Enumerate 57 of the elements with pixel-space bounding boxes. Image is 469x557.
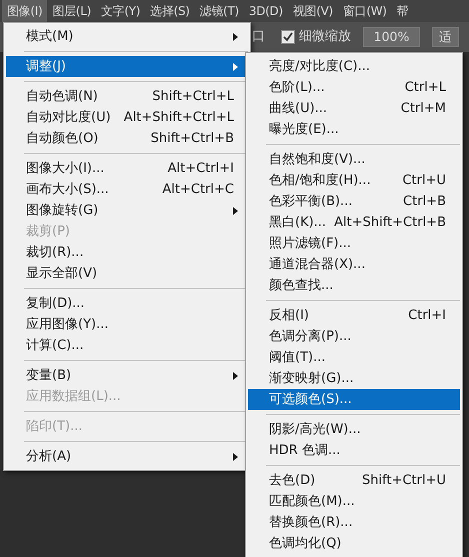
menu-item[interactable]: 曝光度(E)... (248, 119, 460, 140)
menu-item[interactable]: 色彩平衡(B)... Ctrl+B (248, 191, 460, 212)
menu-item[interactable]: 照片滤镜(F)... (248, 233, 460, 254)
menu-item[interactable]: 色调分离(P)... (248, 326, 460, 347)
menu-item[interactable]: 显示全部(V) (6, 263, 248, 284)
menu-item[interactable]: 色调均化(Q) (248, 533, 460, 554)
submenu-arrow-icon (233, 372, 238, 380)
menu-item[interactable]: HDR 色调... (248, 440, 460, 461)
menu-item[interactable]: 复制(D)... (6, 293, 248, 314)
menu-item[interactable]: 计算(C)... (6, 335, 248, 356)
menu-item[interactable]: 应用图像(Y)... (6, 314, 248, 335)
menu-item[interactable]: 裁切(R)... (6, 242, 248, 263)
menu-item[interactable]: 去色(D) Shift+Ctrl+U (248, 470, 460, 491)
menu-item[interactable]: 自动颜色(O) Shift+Ctrl+B (6, 128, 248, 149)
menu-bar-item[interactable]: 图层(L) (47, 0, 96, 22)
menu-item[interactable]: 分析(A) (6, 446, 248, 467)
menu-item[interactable]: 黑白(K)... Alt+Shift+Ctrl+B (248, 212, 460, 233)
menu-item[interactable]: 图像大小(I)... Alt+Ctrl+I (6, 158, 248, 179)
menu-bar-item[interactable]: 选择(S) (145, 0, 195, 22)
menu-item[interactable]: 反相(I) Ctrl+I (248, 305, 460, 326)
menu-item[interactable]: 亮度/对比度(C)... (248, 56, 460, 77)
menu-item[interactable]: 自动色调(N) Shift+Ctrl+L (6, 86, 248, 107)
menu-bar-item[interactable]: 窗口(W) (338, 0, 392, 22)
menu-item[interactable]: 阈值(T)... (248, 347, 460, 368)
checkbox[interactable] (281, 30, 295, 44)
menu-item[interactable]: 渐变映射(G)... (248, 368, 460, 389)
submenu-arrow-icon (233, 206, 238, 214)
menu-item[interactable]: 自动对比度(U) Alt+Shift+Ctrl+L (6, 107, 248, 128)
menu-item[interactable]: 可选颜色(S)... (248, 389, 460, 410)
zoom-field[interactable]: 100% (363, 27, 420, 47)
menu-item[interactable]: 曲线(U)... Ctrl+M (248, 98, 460, 119)
menu-item[interactable]: 匹配颜色(M)... (248, 491, 460, 512)
menu-bar-item[interactable]: 帮 (392, 0, 414, 22)
menu-item[interactable]: 色阶(L)... Ctrl+L (248, 77, 460, 98)
menu-item[interactable]: 模式(M) (6, 26, 248, 47)
menu-item[interactable]: 替换颜色(R)... (248, 512, 460, 533)
menu-bar-item[interactable]: 3D(D) (244, 0, 288, 22)
menu-item[interactable]: 图像旋转(G) (6, 200, 248, 221)
option-label: 口 (252, 28, 265, 46)
menu-item[interactable]: 自然饱和度(V)... (248, 149, 460, 170)
checkbox-label: 细微缩放 (299, 28, 351, 46)
menu-item[interactable]: 变量(B) (6, 365, 248, 386)
check-icon (283, 32, 293, 42)
menu-item[interactable]: 通道混合器(X)... (248, 254, 460, 275)
menu-bar-item[interactable]: 图像(I) (2, 0, 48, 22)
submenu-arrow-icon (233, 452, 238, 460)
fit-button[interactable]: 适 (432, 27, 459, 47)
menu-bar-item[interactable]: 文字(Y) (96, 0, 146, 22)
menu-bar-item[interactable]: 视图(V) (288, 0, 338, 22)
submenu-arrow-icon (233, 62, 238, 70)
submenu-arrow-icon (233, 32, 238, 40)
menu-item[interactable]: 调整(J) (6, 56, 248, 77)
menu-item[interactable]: 色相/饱和度(H)... Ctrl+U (248, 170, 460, 191)
menu-item[interactable]: 阴影/高光(W)... (248, 419, 460, 440)
menu-bar-item[interactable]: 滤镜(T) (194, 0, 244, 22)
menu-item[interactable]: 颜色查找... (248, 275, 460, 296)
menu-item[interactable]: 画布大小(S)... Alt+Ctrl+C (6, 179, 248, 200)
